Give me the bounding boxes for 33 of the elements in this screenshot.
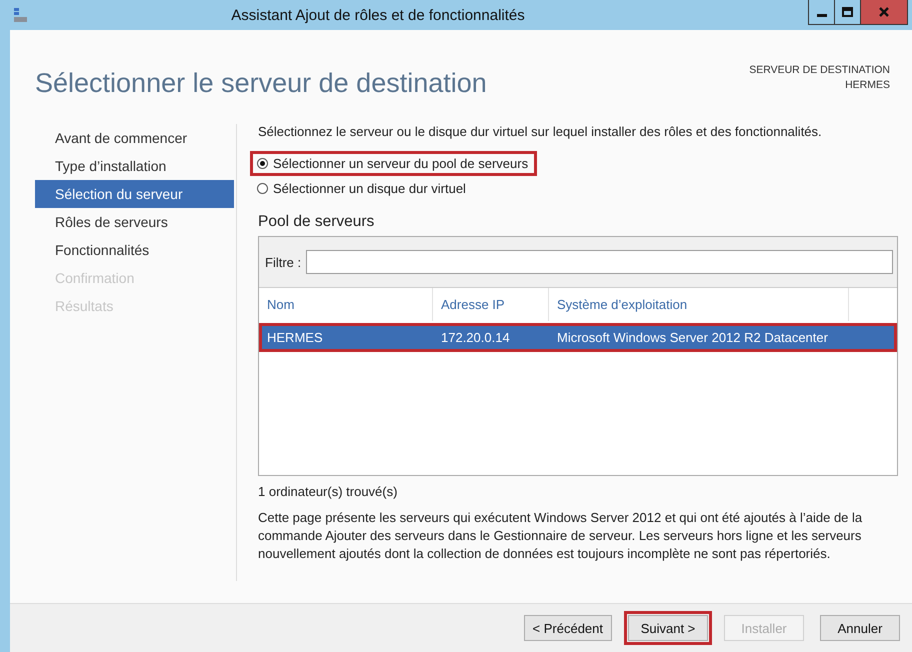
table-cell-text: Microsoft Windows Server 2012 R2 Datacenter	[556, 330, 829, 345]
page-title: Sélectionner le serveur de destination	[35, 68, 487, 94]
radio-label[interactable]: Sélectionner un disque dur virtuel	[273, 181, 466, 196]
wizard-button[interactable]: Suivant >	[628, 615, 708, 641]
table-cell-text: 172.20.0.14	[440, 330, 511, 345]
maximize-icon[interactable]	[842, 7, 853, 17]
close-button[interactable]	[861, 0, 907, 24]
filter-field[interactable]	[306, 250, 893, 274]
sidebar-item[interactable]: Type d’installation	[35, 152, 234, 180]
filter-label: Filtre :	[265, 254, 302, 270]
destination-label: SERVEUR DE DESTINATION	[749, 64, 890, 76]
radio-button[interactable]	[257, 183, 268, 194]
result-count: 1 ordinateur(s) trouvé(s)	[258, 484, 398, 499]
close-icon[interactable]	[879, 7, 889, 17]
description-text: Cette page présente les serveurs qui exécutent Windows Server 2012 et qui ont été ajoutés à l’aide de la commande Ajouter des serveurs dans le Gestionnaire de serveur. Les serveurs hors ligne et les serveurs nouvellement ajoutés dont la collection de données est toujours incomplète ne sont pas répertoriés.	[258, 509, 864, 563]
wizard-button[interactable]: < Précédent	[524, 615, 612, 641]
table-row[interactable]: HERMES 172.20.0.14 Microsoft Windows Server 2012 R2 Datacenter	[259, 323, 897, 352]
column-header[interactable]: Nom	[259, 288, 433, 321]
sidebar-item[interactable]: Avant de commencer	[35, 124, 234, 152]
wizard-button[interactable]: Annuler	[820, 615, 900, 641]
sidebar-item[interactable]: Sélection du serveur	[35, 180, 234, 208]
column-header[interactable]: Adresse IP	[433, 288, 549, 321]
window-title: Assistant Ajout de rôles et de fonctionnalités	[230, 6, 526, 24]
column-header[interactable]: Système d’exploitation	[549, 288, 849, 321]
instruction-text: Sélectionnez le serveur ou le disque dur virtuel sur lequel installer des rôles et des fonctionnalités.	[258, 124, 823, 139]
destination-server: HERMES	[845, 79, 890, 91]
section-title: Pool de serveurs	[258, 213, 376, 231]
app-icon	[12, 7, 28, 23]
radio-button[interactable]	[257, 158, 268, 169]
radio-label[interactable]: Sélectionner un serveur du pool de serveurs	[273, 156, 528, 171]
table-cell-text: HERMES	[266, 330, 324, 345]
sidebar-item[interactable]: Fonctionnalités	[35, 236, 234, 264]
sidebar-item[interactable]: Rôles de serveurs	[35, 208, 234, 236]
